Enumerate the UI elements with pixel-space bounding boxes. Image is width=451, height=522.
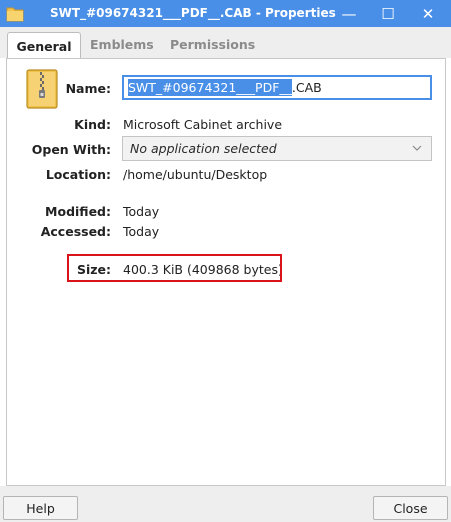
window-title: SWT_#09674321___PDF__.CAB - Properties <box>50 6 336 20</box>
close-button[interactable]: Close <box>373 496 448 520</box>
kind-value: Microsoft Cabinet archive <box>123 117 283 132</box>
help-button[interactable]: Help <box>3 496 78 520</box>
minimize-icon: — <box>341 4 357 23</box>
open-with-dropdown[interactable]: No application selected <box>122 136 432 161</box>
name-selected-text: SWT_#09674321___PDF__ <box>128 79 292 96</box>
chevron-down-icon <box>412 145 422 151</box>
modified-label: Modified: <box>45 204 111 219</box>
size-highlight-box <box>67 254 282 282</box>
open-with-value: No application selected <box>130 141 277 156</box>
modified-value: Today <box>123 204 160 219</box>
name-label: Name: <box>65 81 111 96</box>
accessed-label: Accessed: <box>40 224 111 239</box>
tab-emblems[interactable]: Emblems <box>90 37 154 52</box>
tab-permissions[interactable]: Permissions <box>170 37 255 52</box>
close-window-button[interactable]: ✕ <box>412 0 444 27</box>
tab-bar: General Emblems Permissions <box>0 27 451 59</box>
minimize-button[interactable]: — <box>333 0 365 27</box>
name-input[interactable]: SWT_#09674321___PDF__ .CAB <box>122 75 432 100</box>
accessed-value: Today <box>123 224 160 239</box>
title-bar: SWT_#09674321___PDF__.CAB - Properties —… <box>0 0 451 27</box>
folder-icon <box>6 7 24 22</box>
open-with-label: Open With: <box>31 142 111 157</box>
name-extension-text: .CAB <box>291 80 322 95</box>
maximize-button[interactable]: ☐ <box>372 0 404 27</box>
kind-label: Kind: <box>74 117 111 132</box>
maximize-icon: ☐ <box>381 4 395 23</box>
location-value: /home/ubuntu/Desktop <box>123 167 268 182</box>
zip-archive-icon <box>26 69 58 109</box>
close-icon: ✕ <box>421 4 435 23</box>
location-label: Location: <box>45 167 111 182</box>
tab-general[interactable]: General <box>7 32 81 59</box>
